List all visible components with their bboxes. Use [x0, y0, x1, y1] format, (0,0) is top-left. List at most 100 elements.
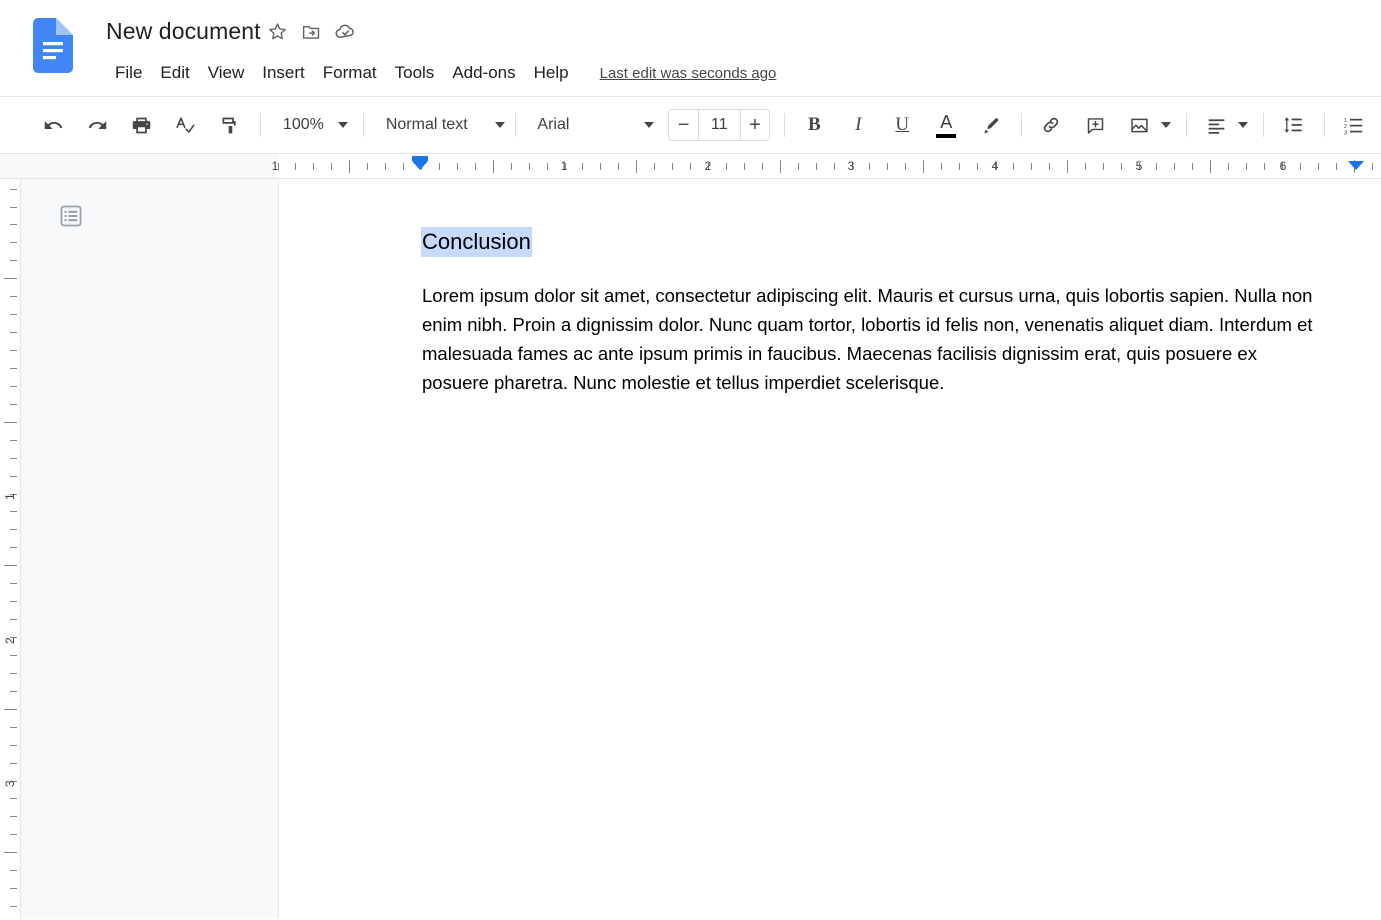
- vertical-ruler-number: 3: [3, 780, 17, 787]
- toolbar-divider: [1263, 113, 1264, 137]
- vertical-ruler-tick: [10, 673, 17, 674]
- vertical-ruler-tick: [10, 798, 17, 799]
- ruler-tick: [941, 163, 942, 170]
- ruler-tick: [1067, 160, 1068, 173]
- text-color-button[interactable]: A: [929, 108, 963, 142]
- spellcheck-icon[interactable]: [168, 108, 202, 142]
- vertical-ruler[interactable]: 123: [0, 179, 21, 919]
- ruler-number: 4: [992, 159, 999, 173]
- menu-item-tools[interactable]: Tools: [386, 58, 444, 88]
- ruler-tick: [905, 163, 906, 170]
- vertical-ruler-tick: [10, 888, 17, 889]
- ruler-tick: [959, 163, 960, 170]
- menu-item-help[interactable]: Help: [525, 58, 578, 88]
- google-docs-icon[interactable]: [33, 18, 73, 73]
- horizontal-ruler[interactable]: 1123456: [0, 154, 1381, 179]
- document-title-row: New document: [106, 14, 363, 48]
- ruler-tick: [439, 163, 440, 170]
- page-title[interactable]: New document: [106, 16, 261, 46]
- menu-item-insert[interactable]: Insert: [253, 58, 314, 88]
- line-spacing-icon[interactable]: [1276, 108, 1310, 142]
- text-align-dropdown[interactable]: [1235, 108, 1251, 142]
- vertical-ruler-tick: [4, 278, 17, 279]
- ruler-tick: [1174, 163, 1175, 170]
- ruler-number: 5: [1136, 159, 1143, 173]
- increase-font-size-button[interactable]: +: [741, 110, 770, 140]
- vertical-ruler-tick: [10, 547, 17, 548]
- add-comment-icon[interactable]: [1078, 108, 1112, 142]
- formatting-toolbar: 100% Normal text Arial − 11 + B I U A: [0, 97, 1381, 154]
- svg-text:1: 1: [1344, 118, 1347, 124]
- ruler-tick: [977, 163, 978, 170]
- ruler-tick: [834, 163, 835, 170]
- chevron-down-icon: [644, 122, 654, 128]
- menu-item-view[interactable]: View: [199, 58, 254, 88]
- vertical-ruler-tick: [10, 529, 17, 530]
- font-family-selector[interactable]: Arial: [527, 109, 660, 141]
- first-line-indent-marker[interactable]: [412, 161, 428, 170]
- ruler-tick: [1246, 163, 1247, 170]
- underline-button[interactable]: U: [885, 108, 919, 142]
- ruler-tick: [457, 163, 458, 170]
- undo-icon[interactable]: [36, 108, 70, 142]
- document-outline-icon[interactable]: [51, 196, 91, 236]
- vertical-ruler-tick: [10, 458, 17, 459]
- ruler-tick: [1210, 160, 1211, 173]
- ruler-tick: [475, 163, 476, 170]
- ruler-tick: [1049, 163, 1050, 170]
- vertical-ruler-tick: [10, 332, 17, 333]
- chevron-down-icon: [1161, 122, 1171, 128]
- paragraph-style-value: Normal text: [386, 116, 468, 134]
- menu-item-file[interactable]: File: [106, 58, 151, 88]
- ruler-number: 1: [272, 159, 279, 173]
- decrease-font-size-button[interactable]: −: [669, 110, 698, 140]
- menu-item-addons[interactable]: Add-ons: [443, 58, 524, 88]
- document-page[interactable]: Conclusion Lorem ipsum dolor sit amet, c…: [278, 179, 1381, 919]
- print-icon[interactable]: [124, 108, 158, 142]
- vertical-ruler-tick: [10, 404, 17, 405]
- ruler-tick: [1192, 163, 1193, 170]
- vertical-ruler-tick: [10, 224, 17, 225]
- star-icon[interactable]: [261, 14, 295, 48]
- vertical-ruler-tick: [10, 314, 17, 315]
- ruler-tick: [636, 160, 637, 173]
- ruler-tick: [600, 163, 601, 170]
- vertical-ruler-tick: [10, 350, 17, 351]
- right-indent-marker[interactable]: [1348, 161, 1364, 170]
- vertical-ruler-tick: [10, 583, 17, 584]
- chevron-down-icon: [1238, 122, 1248, 128]
- document-paragraph[interactable]: Lorem ipsum dolor sit amet, consectetur …: [422, 281, 1322, 397]
- bold-button[interactable]: B: [797, 108, 831, 142]
- text-align-icon[interactable]: [1199, 108, 1233, 142]
- paragraph-style-selector[interactable]: Normal text: [376, 109, 511, 141]
- vertical-ruler-tick: [4, 565, 17, 566]
- italic-button[interactable]: I: [841, 108, 875, 142]
- ruler-number: 6: [1280, 159, 1287, 173]
- menu-item-format[interactable]: Format: [314, 58, 386, 88]
- font-size-input[interactable]: 11: [698, 110, 741, 140]
- insert-image-dropdown[interactable]: [1158, 108, 1174, 142]
- toolbar-divider: [784, 113, 785, 137]
- ruler-tick: [1013, 163, 1014, 170]
- vertical-ruler-tick: [10, 511, 17, 512]
- vertical-ruler-tick: [10, 207, 17, 208]
- vertical-ruler-tick: [10, 870, 17, 871]
- document-workarea: 123 Conclusion Lorem ipsum dolor sit ame…: [0, 179, 1381, 919]
- zoom-selector[interactable]: 100%: [273, 109, 359, 141]
- highlight-pen-icon[interactable]: [973, 108, 1007, 142]
- move-to-folder-icon[interactable]: [295, 14, 329, 48]
- vertical-ruler-tick: [10, 906, 17, 907]
- insert-image-icon[interactable]: [1122, 108, 1156, 142]
- ruler-tick: [672, 163, 673, 170]
- numbered-list-icon[interactable]: 1 2 3: [1337, 108, 1371, 142]
- menu-item-edit[interactable]: Edit: [151, 58, 198, 88]
- document-heading[interactable]: Conclusion: [421, 227, 532, 257]
- cloud-saved-icon[interactable]: [329, 14, 363, 48]
- last-edit-status[interactable]: Last edit was seconds ago: [600, 65, 777, 82]
- insert-link-icon[interactable]: [1034, 108, 1068, 142]
- vertical-ruler-tick: [10, 368, 17, 369]
- app-header: New document File Edit View Insert Forma…: [0, 0, 1381, 97]
- paint-format-icon[interactable]: [212, 108, 246, 142]
- redo-icon[interactable]: [80, 108, 114, 142]
- ruler-tick: [582, 163, 583, 170]
